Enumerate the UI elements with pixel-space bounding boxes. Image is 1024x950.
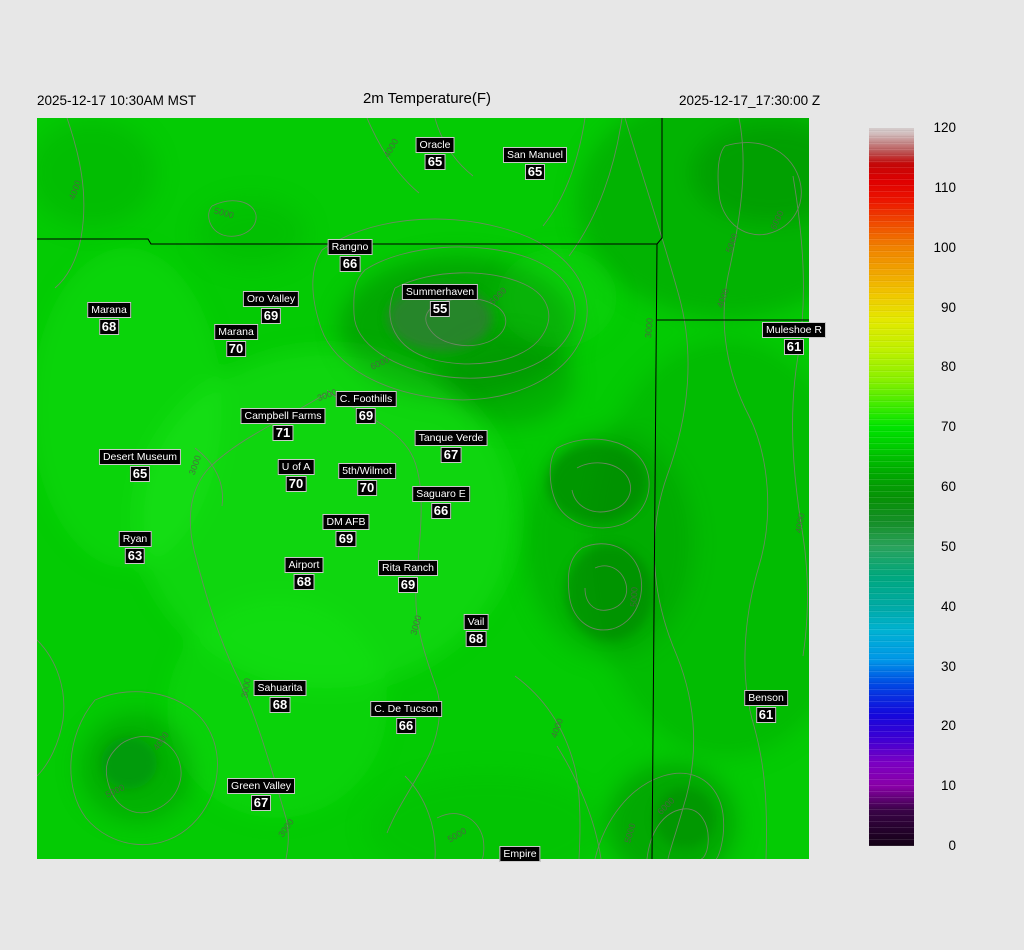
colorbar-tick-90: 90 bbox=[940, 299, 956, 315]
colorbar-tick-60: 60 bbox=[940, 479, 956, 494]
colorbar-tick-120: 120 bbox=[933, 120, 956, 135]
colorbar-tick-100: 100 bbox=[933, 239, 956, 255]
colorbar-tick-20: 20 bbox=[940, 718, 956, 734]
colorbar-tick-110: 110 bbox=[934, 179, 956, 195]
colorbar-tick-50: 50 bbox=[940, 538, 956, 554]
weather-map-page: { "header": { "left_timestamp": "2025-12… bbox=[0, 0, 1024, 950]
colorbar-tick-70: 70 bbox=[940, 419, 956, 435]
temperature-map: 4000 5000 4000 5000 6000 3000 5000 6000 4000 3000… bbox=[37, 118, 809, 859]
timestamp-utc: 2025-12-17_17:30:00 Z bbox=[679, 93, 821, 108]
page-title: 2m Temperature(F) bbox=[362, 90, 492, 107]
colorbar-tick-30: 30 bbox=[940, 658, 956, 674]
elevation-label-3000: 3000 bbox=[643, 317, 655, 339]
temperature-colorbar bbox=[869, 128, 914, 846]
colorbar-tick-40: 40 bbox=[940, 598, 956, 614]
colorbar-tick-80: 80 bbox=[940, 359, 956, 375]
colorbar-tick-10: 10 bbox=[940, 778, 956, 794]
colorbar-banding bbox=[869, 128, 914, 846]
colorbar-tick-0: 0 bbox=[948, 838, 956, 853]
elevation-label-5000: 5000 bbox=[628, 586, 640, 608]
timestamp-local: 2025-12-17 10:30AM MST bbox=[37, 93, 197, 108]
